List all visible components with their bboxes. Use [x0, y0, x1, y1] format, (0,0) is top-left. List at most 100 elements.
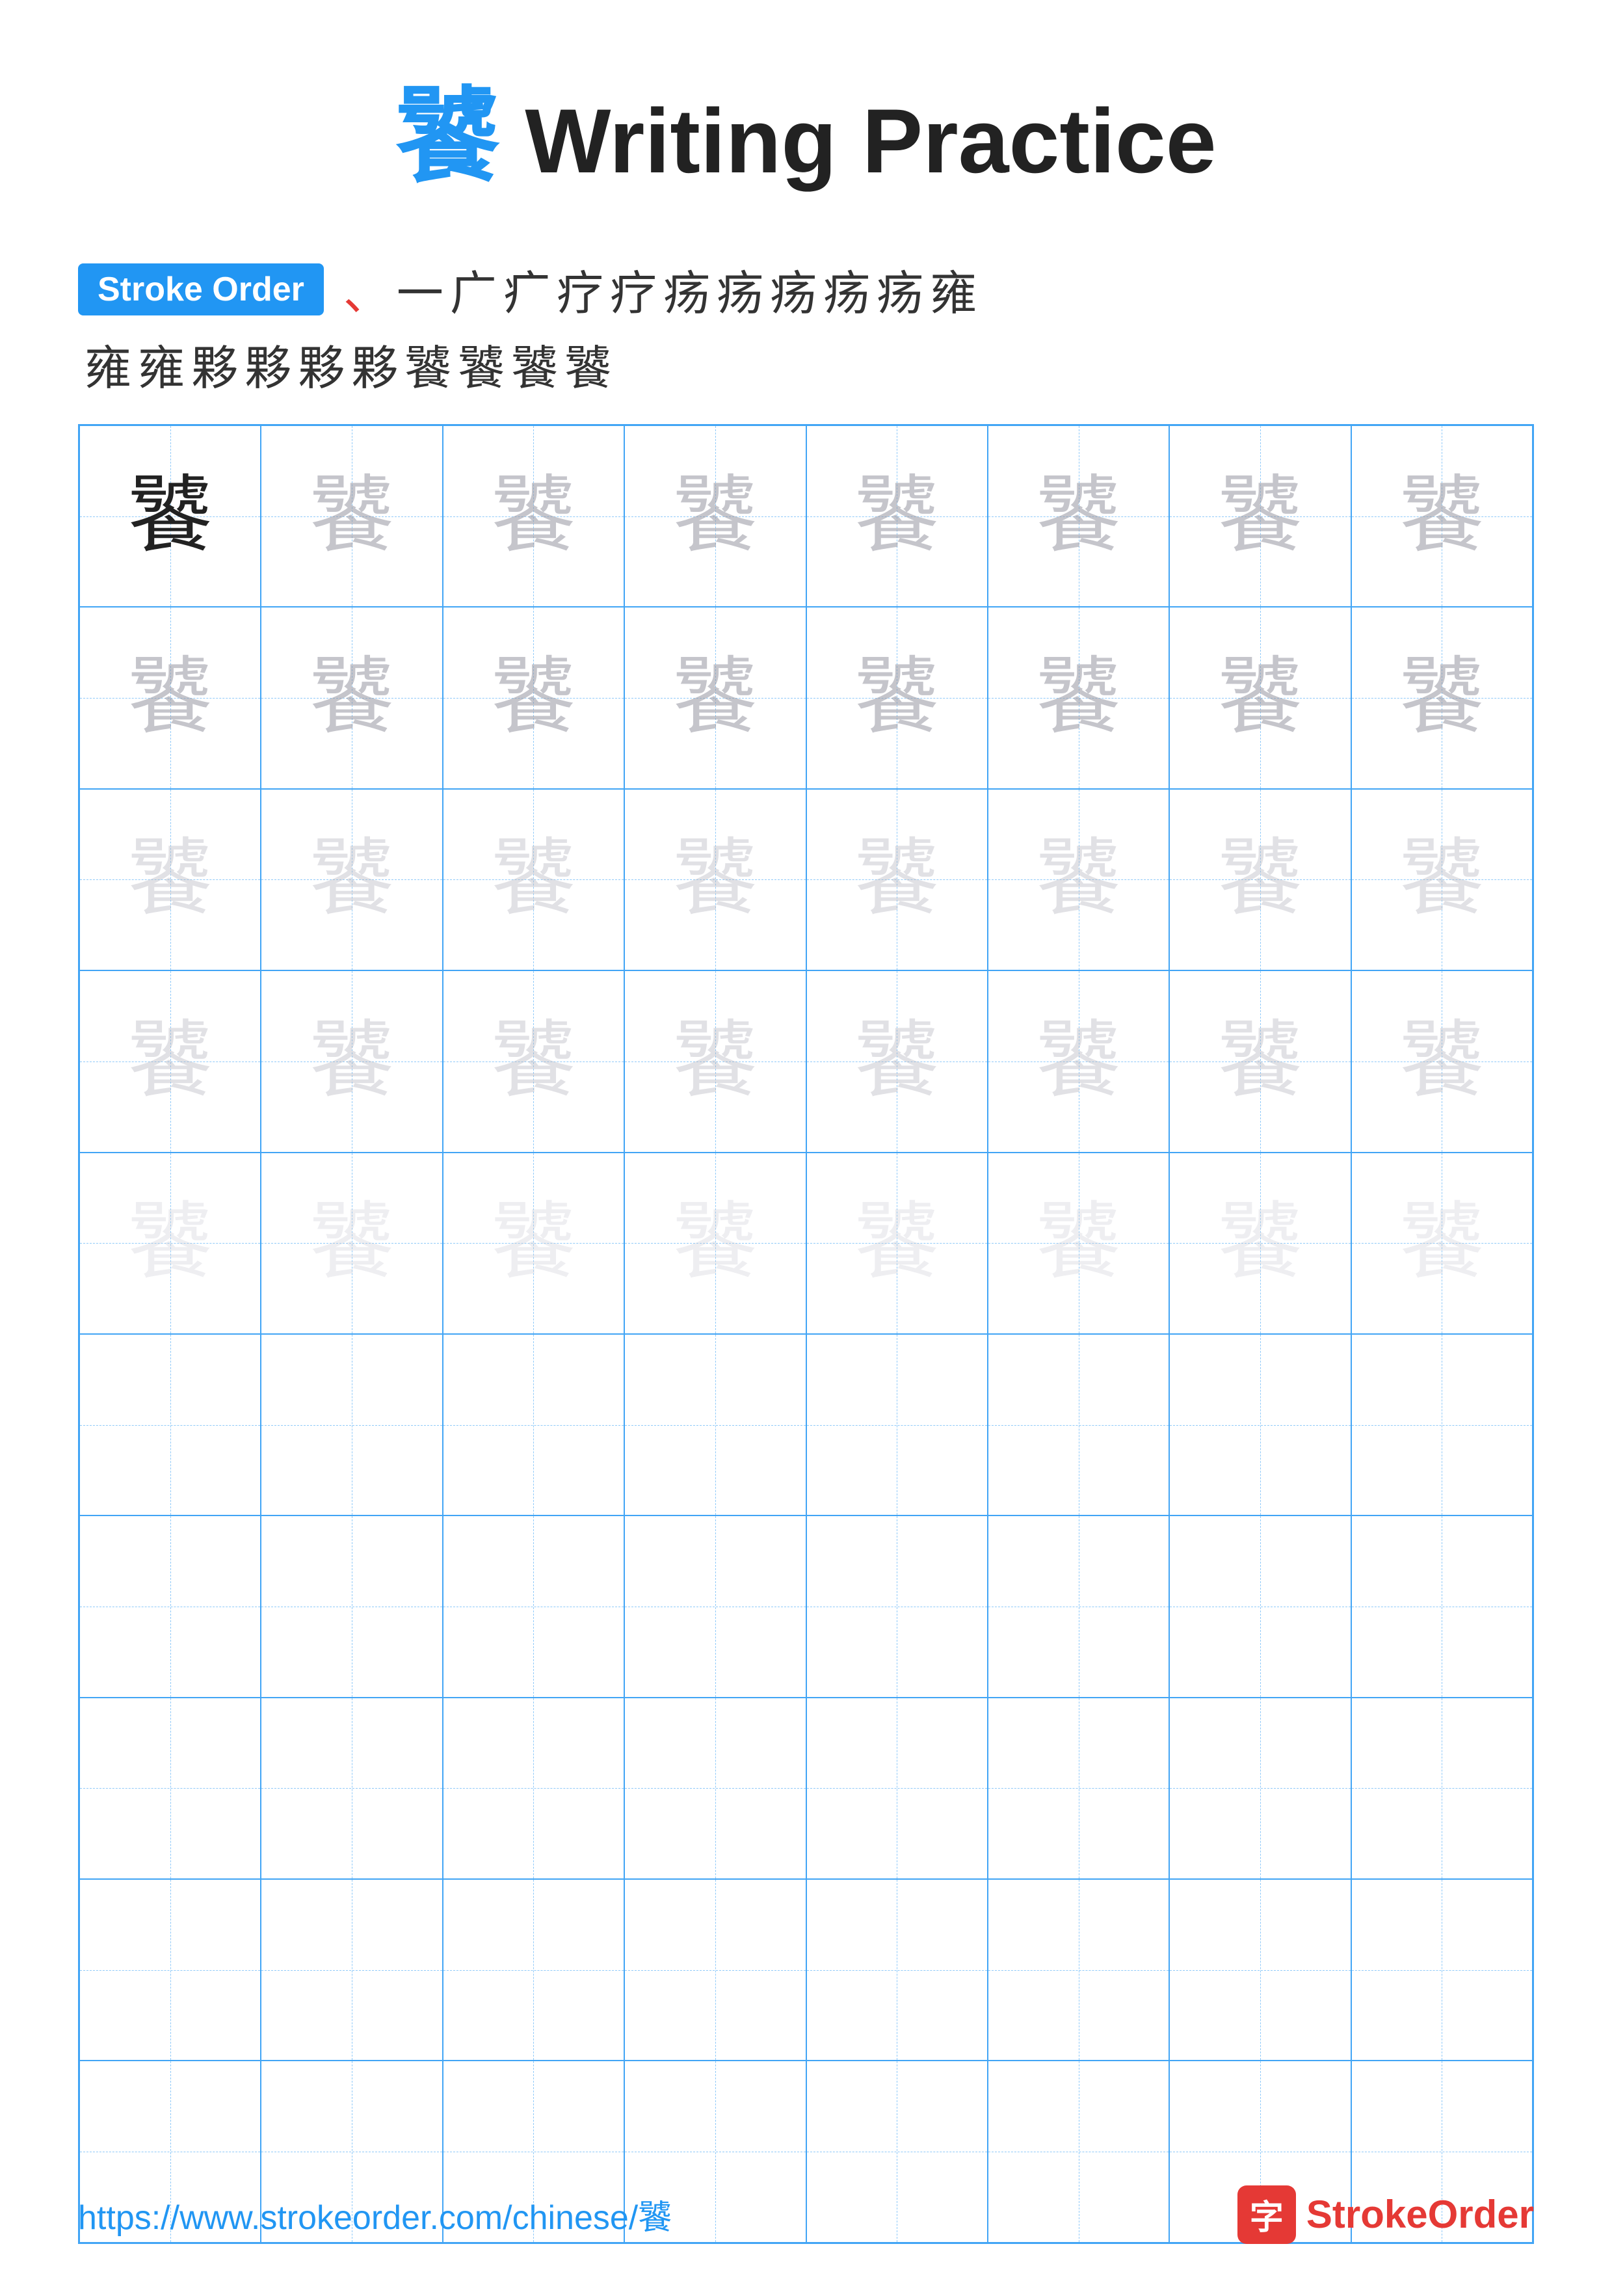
stroke-char-7: 疡 [663, 255, 710, 323]
grid-char: 饕 [673, 837, 758, 922]
grid-cell-r4c5[interactable]: 饕 [806, 970, 988, 1152]
grid-cell-r1c2[interactable]: 饕 [261, 425, 442, 607]
grid-cell-r7c3[interactable] [443, 1515, 624, 1697]
stroke-char-17: 夥 [298, 330, 345, 398]
grid-cell-r7c1[interactable] [79, 1515, 261, 1697]
grid-char: 饕 [491, 656, 575, 740]
grid-char: 饕 [310, 656, 394, 740]
grid-char: 饕 [854, 474, 939, 559]
grid-cell-r6c2[interactable] [261, 1334, 442, 1515]
grid-char: 饕 [1218, 474, 1302, 559]
grid-cell-r2c3[interactable]: 饕 [443, 607, 624, 788]
grid-cell-r8c5[interactable] [806, 1698, 988, 1879]
grid-char: 饕 [128, 656, 213, 740]
grid-cell-r2c8[interactable]: 饕 [1351, 607, 1533, 788]
grid-cell-r4c1[interactable]: 饕 [79, 970, 261, 1152]
grid-cell-r9c4[interactable] [624, 1879, 806, 2061]
stroke-char-8: 疡 [717, 255, 763, 323]
grid-cell-r3c3[interactable]: 饕 [443, 789, 624, 970]
grid-cell-r5c6[interactable]: 饕 [988, 1153, 1169, 1334]
grid-cell-r5c3[interactable]: 饕 [443, 1153, 624, 1334]
grid-cell-r7c7[interactable] [1169, 1515, 1351, 1697]
grid-cell-r6c8[interactable] [1351, 1334, 1533, 1515]
grid-cell-r5c8[interactable]: 饕 [1351, 1153, 1533, 1334]
grid-char: 饕 [1037, 474, 1121, 559]
grid-char: 饕 [673, 474, 758, 559]
grid-char: 饕 [1399, 1019, 1484, 1104]
grid-cell-r6c5[interactable] [806, 1334, 988, 1515]
stroke-char-4: 疒 [503, 255, 550, 323]
grid-cell-r7c4[interactable] [624, 1515, 806, 1697]
grid-cell-r9c8[interactable] [1351, 1879, 1533, 2061]
footer-logo: 字 StrokeOrder [1237, 2185, 1534, 2244]
grid-cell-r8c4[interactable] [624, 1698, 806, 1879]
title-character: 饕 [395, 79, 499, 195]
grid-cell-r6c6[interactable] [988, 1334, 1169, 1515]
grid-cell-r8c2[interactable] [261, 1698, 442, 1879]
grid-cell-r3c6[interactable]: 饕 [988, 789, 1169, 970]
grid-cell-r4c8[interactable]: 饕 [1351, 970, 1533, 1152]
grid-cell-r3c8[interactable]: 饕 [1351, 789, 1533, 970]
grid-cell-r4c4[interactable]: 饕 [624, 970, 806, 1152]
grid-cell-r9c5[interactable] [806, 1879, 988, 2061]
grid-cell-r5c2[interactable]: 饕 [261, 1153, 442, 1334]
grid-cell-r3c7[interactable]: 饕 [1169, 789, 1351, 970]
stroke-order-badge: Stroke Order [78, 263, 324, 315]
grid-cell-r5c1[interactable]: 饕 [79, 1153, 261, 1334]
grid-cell-r2c4[interactable]: 饕 [624, 607, 806, 788]
grid-cell-r4c3[interactable]: 饕 [443, 970, 624, 1152]
grid-cell-r5c4[interactable]: 饕 [624, 1153, 806, 1334]
grid-cell-r6c3[interactable] [443, 1334, 624, 1515]
grid-cell-r3c4[interactable]: 饕 [624, 789, 806, 970]
grid-cell-r4c7[interactable]: 饕 [1169, 970, 1351, 1152]
grid-cell-r3c1[interactable]: 饕 [79, 789, 261, 970]
grid-cell-r7c8[interactable] [1351, 1515, 1533, 1697]
grid-cell-r2c7[interactable]: 饕 [1169, 607, 1351, 788]
grid-cell-r9c2[interactable] [261, 1879, 442, 2061]
grid-char: 饕 [854, 1201, 939, 1285]
grid-cell-r7c5[interactable] [806, 1515, 988, 1697]
grid-cell-r1c4[interactable]: 饕 [624, 425, 806, 607]
grid-cell-r3c5[interactable]: 饕 [806, 789, 988, 970]
grid-cell-r2c2[interactable]: 饕 [261, 607, 442, 788]
practice-grid[interactable]: 饕 饕 饕 饕 饕 饕 饕 饕 饕 饕 饕 [78, 424, 1534, 2244]
grid-cell-r1c7[interactable]: 饕 [1169, 425, 1351, 607]
grid-cell-r6c4[interactable] [624, 1334, 806, 1515]
grid-cell-r3c2[interactable]: 饕 [261, 789, 442, 970]
grid-cell-r1c1[interactable]: 饕 [79, 425, 261, 607]
grid-cell-r9c6[interactable] [988, 1879, 1169, 2061]
grid-cell-r5c7[interactable]: 饕 [1169, 1153, 1351, 1334]
grid-cell-r5c5[interactable]: 饕 [806, 1153, 988, 1334]
grid-cell-r6c7[interactable] [1169, 1334, 1351, 1515]
grid-cell-r1c3[interactable]: 饕 [443, 425, 624, 607]
grid-cell-r7c6[interactable] [988, 1515, 1169, 1697]
grid-cell-r6c1[interactable] [79, 1334, 261, 1515]
grid-char: 饕 [128, 474, 213, 559]
grid-char: 饕 [854, 837, 939, 922]
grid-cell-r8c1[interactable] [79, 1698, 261, 1879]
grid-cell-r2c1[interactable]: 饕 [79, 607, 261, 788]
grid-cell-r8c6[interactable] [988, 1698, 1169, 1879]
grid-cell-r4c2[interactable]: 饕 [261, 970, 442, 1152]
grid-cell-r2c6[interactable]: 饕 [988, 607, 1169, 788]
grid-cell-r7c2[interactable] [261, 1515, 442, 1697]
grid-cell-r9c7[interactable] [1169, 1879, 1351, 2061]
grid-cell-r9c3[interactable] [443, 1879, 624, 2061]
stroke-char-20: 饕 [458, 330, 505, 398]
grid-cell-r1c6[interactable]: 饕 [988, 425, 1169, 607]
grid-cell-r4c6[interactable]: 饕 [988, 970, 1169, 1152]
stroke-char-3: 广 [450, 255, 497, 323]
grid-char: 饕 [310, 1019, 394, 1104]
footer-url[interactable]: https://www.strokeorder.com/chinese/饕 [78, 2190, 672, 2239]
grid-cell-r8c3[interactable] [443, 1698, 624, 1879]
grid-cell-r8c7[interactable] [1169, 1698, 1351, 1879]
stroke-char-22: 饕 [564, 330, 611, 398]
stroke-char-12: 雍 [930, 255, 977, 323]
grid-cell-r1c8[interactable]: 饕 [1351, 425, 1533, 607]
grid-cell-r8c8[interactable] [1351, 1698, 1533, 1879]
stroke-char-1: 、 [343, 255, 390, 323]
grid-cell-r9c1[interactable] [79, 1879, 261, 2061]
grid-cell-r2c5[interactable]: 饕 [806, 607, 988, 788]
grid-char: 饕 [128, 837, 213, 922]
grid-cell-r1c5[interactable]: 饕 [806, 425, 988, 607]
